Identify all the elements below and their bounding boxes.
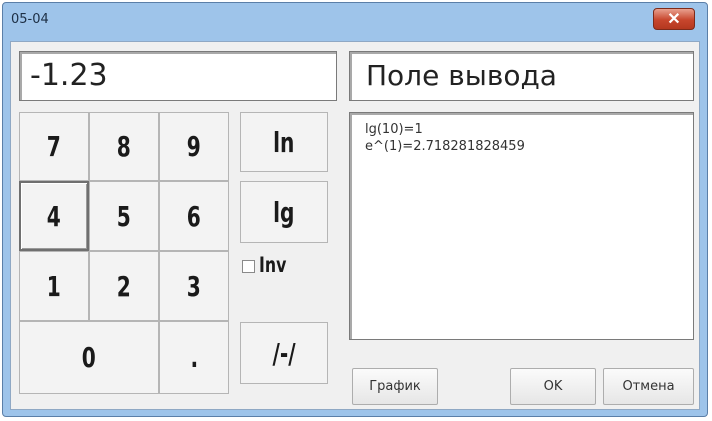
- key-decimal-point[interactable]: .: [159, 321, 229, 394]
- output-textarea[interactable]: lg(10)=1 e^(1)=2.718281828459: [349, 112, 694, 340]
- key-6[interactable]: 6: [159, 181, 229, 251]
- key-1[interactable]: 1: [19, 251, 89, 321]
- key-4[interactable]: 4: [19, 181, 89, 251]
- key-2[interactable]: 2: [89, 251, 159, 321]
- sign-toggle-button[interactable]: /-/: [240, 322, 328, 384]
- lg-button[interactable]: lg: [240, 181, 328, 243]
- ok-button[interactable]: OK: [510, 368, 596, 405]
- key-5[interactable]: 5: [89, 181, 159, 251]
- key-8[interactable]: 8: [89, 112, 159, 181]
- calculator-window: 05-04 ✕ -1.23 Поле вывода 7 8 9 4 5 6 1 …: [2, 2, 708, 417]
- close-icon: ✕: [667, 11, 681, 28]
- dialog-client-area: -1.23 Поле вывода 7 8 9 4 5 6 1 2 3 0 . …: [10, 41, 700, 410]
- ln-button[interactable]: ln: [240, 112, 328, 172]
- key-7[interactable]: 7: [19, 112, 89, 181]
- key-3[interactable]: 3: [159, 251, 229, 321]
- cancel-button[interactable]: Отмена: [603, 368, 694, 405]
- window-title: 05-04: [11, 12, 49, 27]
- output-title-field[interactable]: Поле вывода: [349, 51, 694, 101]
- graph-button[interactable]: График: [352, 368, 438, 405]
- inv-label[interactable]: Inv: [259, 253, 295, 277]
- display-field[interactable]: -1.23: [19, 51, 337, 101]
- close-button[interactable]: ✕: [653, 8, 695, 30]
- inv-checkbox[interactable]: [242, 260, 255, 273]
- output-line: e^(1)=2.718281828459: [365, 139, 525, 154]
- title-bar[interactable]: 05-04 ✕: [3, 3, 707, 41]
- key-0[interactable]: 0: [19, 321, 159, 394]
- key-9[interactable]: 9: [159, 112, 229, 181]
- output-line: lg(10)=1: [365, 122, 423, 137]
